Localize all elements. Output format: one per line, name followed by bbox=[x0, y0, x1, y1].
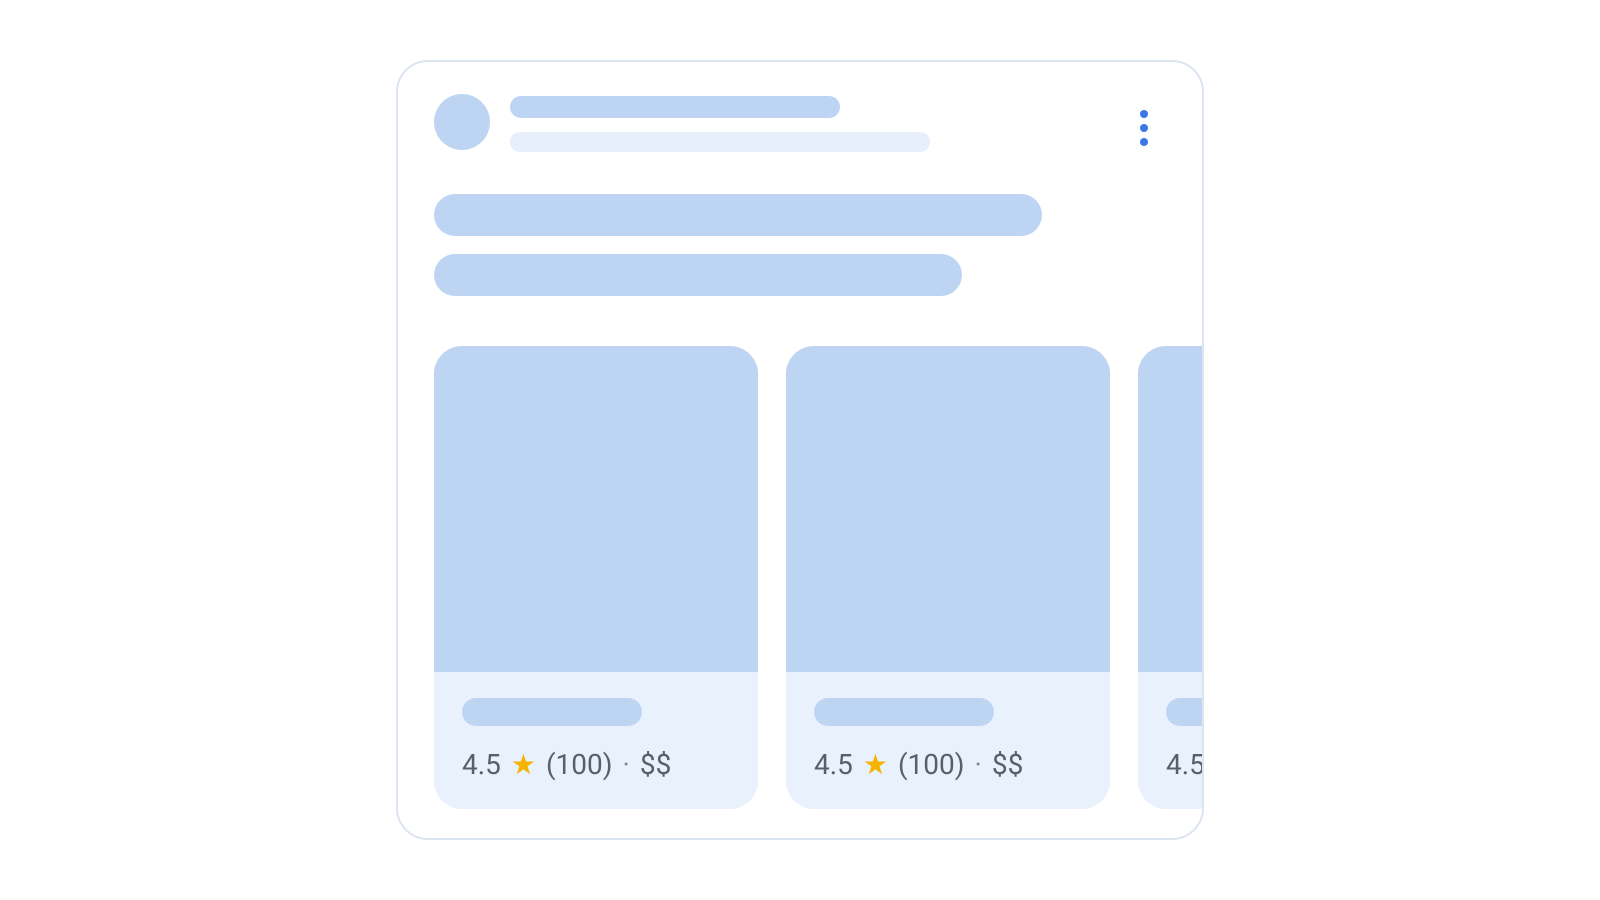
star-icon: ★ bbox=[511, 751, 536, 779]
rating-value: 4.5 bbox=[462, 748, 501, 781]
rating-row: 4.5 ★ (100) · $$ bbox=[462, 748, 730, 781]
tile-footer: 4.5 ★ (100) · $$ bbox=[786, 672, 1110, 809]
avatar-placeholder bbox=[434, 94, 490, 150]
header-line-1-placeholder bbox=[510, 96, 840, 118]
card-body bbox=[398, 152, 1202, 296]
price-level: $$ bbox=[640, 748, 671, 781]
tile-image-placeholder bbox=[434, 346, 758, 672]
rating-row: 4.5 ★ (100) · $$ bbox=[814, 748, 1082, 781]
separator-dot: · bbox=[975, 748, 982, 781]
tile-image-placeholder bbox=[1138, 346, 1202, 672]
more-vertical-icon bbox=[1140, 110, 1148, 118]
body-line-2-placeholder bbox=[434, 254, 962, 296]
tile-image-placeholder bbox=[786, 346, 1110, 672]
tile-footer: 4.5 ★ (100) · $$ bbox=[434, 672, 758, 809]
rating-value: 4.5 bbox=[1166, 748, 1202, 781]
carousel[interactable]: 4.5 ★ (100) · $$ 4.5 ★ (100) · $$ bbox=[398, 314, 1202, 809]
carousel-tile[interactable]: 4.5 ★ bbox=[1138, 346, 1202, 809]
more-vertical-icon bbox=[1140, 124, 1148, 132]
more-options-button[interactable] bbox=[1130, 106, 1158, 150]
rating-value: 4.5 bbox=[814, 748, 853, 781]
separator-dot: · bbox=[623, 748, 630, 781]
body-line-1-placeholder bbox=[434, 194, 1042, 236]
tile-title-placeholder bbox=[814, 698, 994, 726]
header-text-block bbox=[510, 94, 1166, 152]
result-card: 4.5 ★ (100) · $$ 4.5 ★ (100) · $$ bbox=[396, 60, 1204, 840]
star-icon: ★ bbox=[863, 751, 888, 779]
carousel-tile[interactable]: 4.5 ★ (100) · $$ bbox=[434, 346, 758, 809]
carousel-tile[interactable]: 4.5 ★ (100) · $$ bbox=[786, 346, 1110, 809]
header-line-2-placeholder bbox=[510, 132, 930, 152]
price-level: $$ bbox=[992, 748, 1023, 781]
rating-row: 4.5 ★ bbox=[1166, 748, 1202, 781]
review-count: (100) bbox=[546, 748, 613, 781]
tile-title-placeholder bbox=[462, 698, 642, 726]
card-header bbox=[398, 62, 1202, 152]
review-count: (100) bbox=[898, 748, 965, 781]
tile-title-placeholder bbox=[1166, 698, 1202, 726]
tile-footer: 4.5 ★ bbox=[1138, 672, 1202, 809]
more-vertical-icon bbox=[1140, 138, 1148, 146]
